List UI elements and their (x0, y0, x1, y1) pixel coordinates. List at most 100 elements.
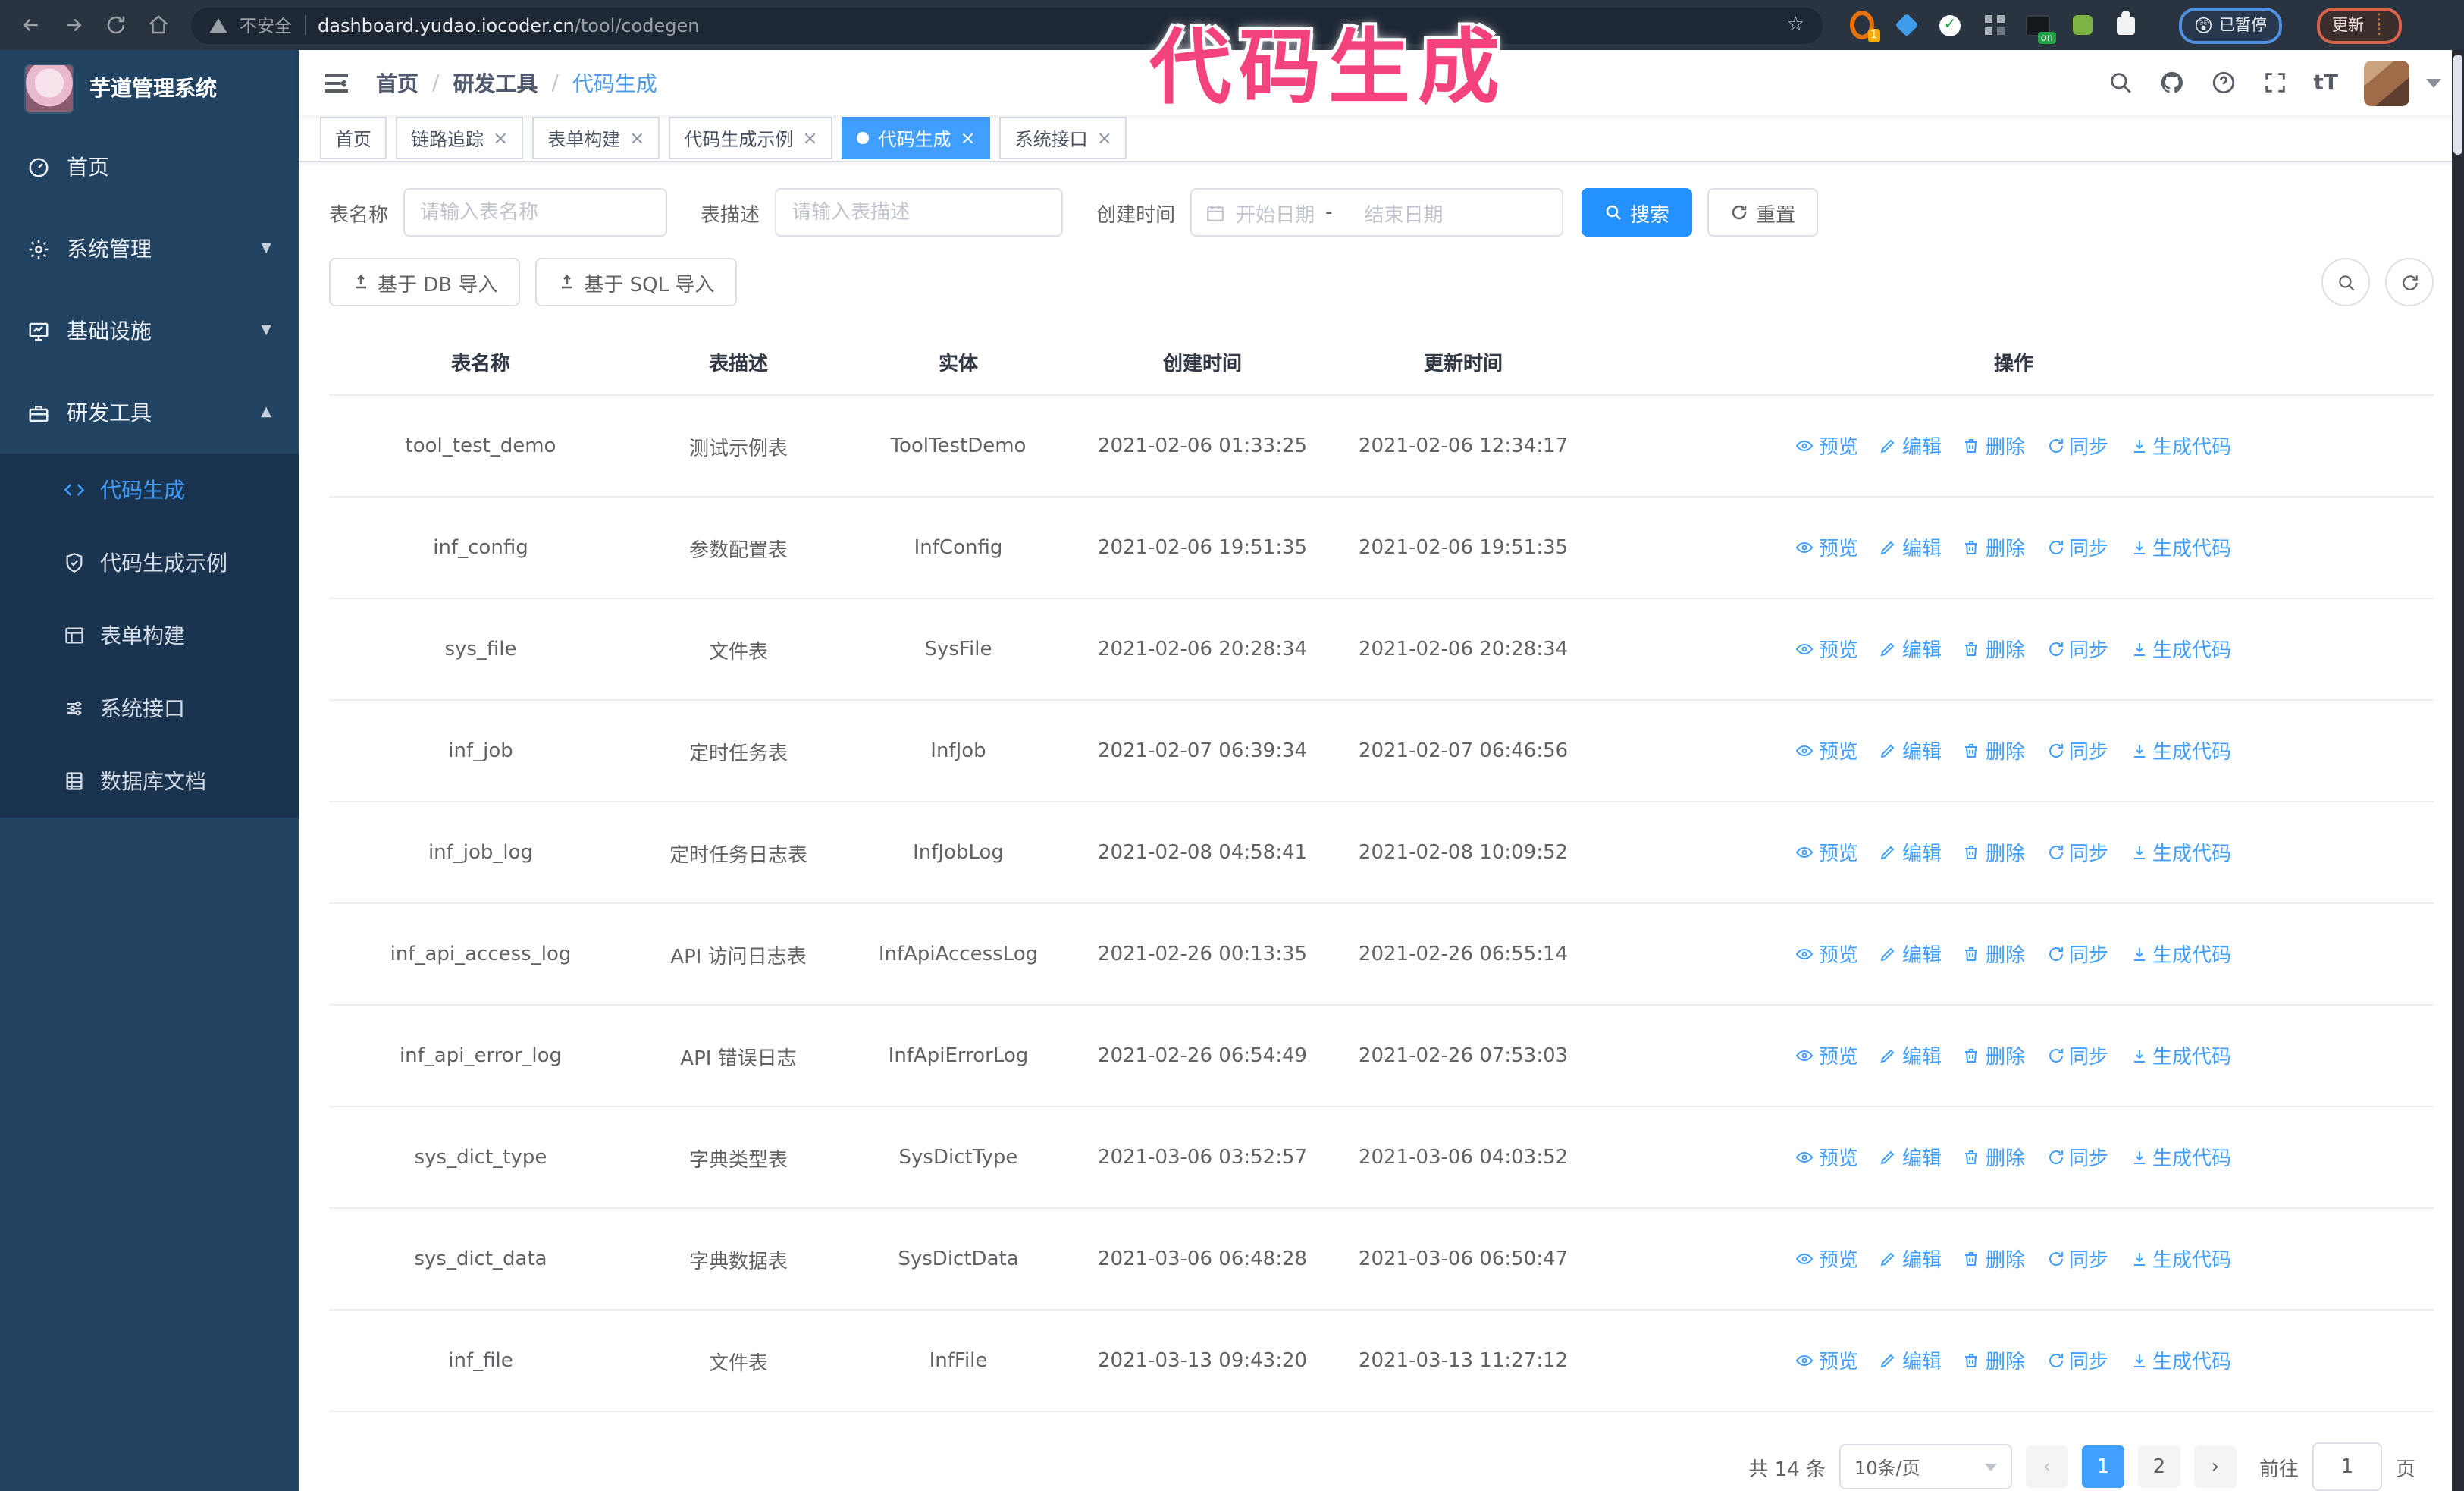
sync-action-link[interactable]: 同步 (2046, 533, 2108, 562)
help-icon[interactable] (2211, 70, 2237, 96)
sync-action-link[interactable]: 同步 (2046, 1346, 2108, 1375)
extension-orange-icon[interactable]: 1 (1850, 11, 1880, 42)
extension-gem-icon[interactable] (1894, 13, 1918, 37)
hamburger-icon[interactable] (321, 67, 352, 98)
sidebar-item-system-api[interactable]: 系统接口 (0, 672, 299, 745)
preview-action-link[interactable]: 预览 (1796, 940, 1858, 968)
sync-action-link[interactable]: 同步 (2046, 432, 2108, 460)
page-size-select[interactable]: 10条/页 (1839, 1444, 2012, 1489)
sidebar-item-system[interactable]: 系统管理 ▼ (0, 208, 299, 290)
preview-action-link[interactable]: 预览 (1796, 838, 1858, 867)
generate-action-link[interactable]: 生成代码 (2130, 1245, 2231, 1273)
tab-codegen-example[interactable]: 代码生成示例 × (669, 117, 833, 160)
date-range-picker[interactable]: 开始日期 - 结束日期 (1190, 188, 1564, 237)
sidebar-item-codegen[interactable]: 代码生成 (0, 454, 299, 526)
generate-action-link[interactable]: 生成代码 (2130, 533, 2231, 562)
delete-action-link[interactable]: 删除 (1963, 635, 2025, 664)
scrollbar-track[interactable] (2452, 50, 2464, 1491)
breadcrumb-devtools[interactable]: 研发工具 (453, 67, 538, 98)
extension-check-icon[interactable]: ✓ (1938, 13, 1962, 37)
sync-action-link[interactable]: 同步 (2046, 940, 2108, 968)
preview-action-link[interactable]: 预览 (1796, 1041, 1858, 1070)
sync-action-link[interactable]: 同步 (2046, 736, 2108, 765)
paused-extension-chip[interactable]: 😲 已暂停 (2179, 7, 2283, 43)
edit-action-link[interactable]: 编辑 (1879, 1143, 1942, 1172)
db-import-button[interactable]: 基于 DB 导入 (329, 258, 521, 306)
sidebar-item-home[interactable]: 首页 (0, 126, 299, 208)
edit-action-link[interactable]: 编辑 (1879, 1346, 1942, 1375)
delete-action-link[interactable]: 删除 (1963, 1245, 2025, 1273)
preview-action-link[interactable]: 预览 (1796, 1346, 1858, 1375)
preview-action-link[interactable]: 预览 (1796, 635, 1858, 664)
close-icon[interactable]: × (493, 129, 508, 147)
app-logo[interactable]: 芋道管理系统 (0, 50, 299, 126)
home-icon[interactable] (140, 7, 176, 43)
edit-action-link[interactable]: 编辑 (1879, 635, 1942, 664)
close-icon[interactable]: × (802, 129, 817, 147)
search-icon[interactable] (2108, 70, 2133, 96)
generate-action-link[interactable]: 生成代码 (2130, 838, 2231, 867)
delete-action-link[interactable]: 删除 (1963, 838, 2025, 867)
close-icon[interactable]: × (1097, 129, 1112, 147)
edit-action-link[interactable]: 编辑 (1879, 1041, 1942, 1070)
edit-action-link[interactable]: 编辑 (1879, 432, 1942, 460)
avatar-caret-icon[interactable] (2426, 78, 2441, 88)
sidebar-item-db-doc[interactable]: 数据库文档 (0, 745, 299, 818)
sync-action-link[interactable]: 同步 (2046, 635, 2108, 664)
fullscreen-icon[interactable] (2262, 70, 2288, 96)
delete-action-link[interactable]: 删除 (1963, 940, 2025, 968)
user-avatar[interactable] (2364, 60, 2409, 106)
delete-action-link[interactable]: 删除 (1963, 1143, 2025, 1172)
preview-action-link[interactable]: 预览 (1796, 1143, 1858, 1172)
preview-action-link[interactable]: 预览 (1796, 1245, 1858, 1273)
sidebar-item-codegen-example[interactable]: 代码生成示例 (0, 526, 299, 599)
forward-icon[interactable] (55, 7, 91, 43)
sidebar-item-form-builder[interactable]: 表单构建 (0, 599, 299, 672)
extension-robot-icon[interactable] (2070, 13, 2094, 37)
extension-grid-icon[interactable] (1982, 13, 2006, 37)
tab-tracing[interactable]: 链路追踪 × (396, 117, 524, 160)
prev-page-button[interactable]: ‹ (2025, 1445, 2068, 1488)
generate-action-link[interactable]: 生成代码 (2130, 635, 2231, 664)
sync-action-link[interactable]: 同步 (2046, 838, 2108, 867)
tab-system-api[interactable]: 系统接口 × (999, 117, 1127, 160)
generate-action-link[interactable]: 生成代码 (2130, 940, 2231, 968)
reload-icon[interactable] (97, 7, 133, 43)
sync-action-link[interactable]: 同步 (2046, 1041, 2108, 1070)
generate-action-link[interactable]: 生成代码 (2130, 432, 2231, 460)
refresh-table-button[interactable] (2385, 258, 2434, 306)
edit-action-link[interactable]: 编辑 (1879, 940, 1942, 968)
edit-action-link[interactable]: 编辑 (1879, 1245, 1942, 1273)
breadcrumb-home[interactable]: 首页 (376, 67, 419, 98)
delete-action-link[interactable]: 删除 (1963, 1041, 2025, 1070)
tab-codegen[interactable]: 代码生成 × (842, 117, 991, 160)
back-icon[interactable] (12, 7, 49, 43)
close-icon[interactable]: × (961, 129, 976, 147)
delete-action-link[interactable]: 删除 (1963, 736, 2025, 765)
page-button-2[interactable]: 2 (2137, 1445, 2180, 1488)
delete-action-link[interactable]: 删除 (1963, 533, 2025, 562)
edit-action-link[interactable]: 编辑 (1879, 533, 1942, 562)
generate-action-link[interactable]: 生成代码 (2130, 1143, 2231, 1172)
search-button[interactable]: 搜索 (1582, 188, 1693, 237)
sql-import-button[interactable]: 基于 SQL 导入 (535, 258, 738, 306)
sidebar-item-devtools[interactable]: 研发工具 ▲ (0, 372, 299, 454)
edit-action-link[interactable]: 编辑 (1879, 736, 1942, 765)
scrollbar-thumb[interactable] (2453, 55, 2462, 155)
security-warning-icon[interactable] (209, 17, 227, 33)
table-desc-input[interactable] (775, 188, 1064, 237)
preview-action-link[interactable]: 预览 (1796, 432, 1858, 460)
sync-action-link[interactable]: 同步 (2046, 1245, 2108, 1273)
generate-action-link[interactable]: 生成代码 (2130, 1346, 2231, 1375)
sidebar-item-infra[interactable]: 基础设施 ▼ (0, 290, 299, 372)
github-icon[interactable] (2159, 70, 2185, 96)
preview-action-link[interactable]: 预览 (1796, 533, 1858, 562)
reset-button[interactable]: 重置 (1707, 188, 1819, 237)
page-button-1[interactable]: 1 (2081, 1445, 2124, 1488)
sync-action-link[interactable]: 同步 (2046, 1143, 2108, 1172)
extension-dark-icon[interactable]: on (2026, 13, 2056, 43)
generate-action-link[interactable]: 生成代码 (2130, 736, 2231, 765)
goto-page-input[interactable] (2312, 1442, 2382, 1491)
kebab-menu-icon[interactable]: ⋮ ⋮ (2372, 12, 2387, 36)
font-size-icon[interactable]: tT (2314, 71, 2339, 95)
